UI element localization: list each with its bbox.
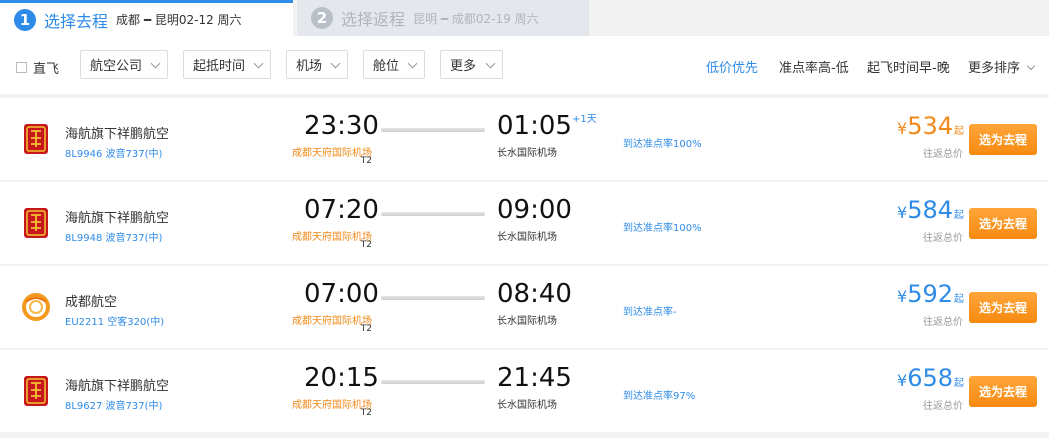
flight-arrow-line bbox=[381, 380, 485, 384]
arrival-airport: 长水国际机场 bbox=[497, 400, 557, 411]
sort-ontime-rate[interactable]: 准点率高-低 bbox=[779, 57, 849, 76]
direct-checkbox[interactable] bbox=[16, 62, 27, 73]
sort-lowest-price[interactable]: 低价优先 bbox=[706, 57, 758, 76]
price: ¥592起 bbox=[880, 280, 964, 308]
departure-time: 07:20 bbox=[304, 195, 379, 225]
flight-number[interactable]: 8L9948 波音737(中) bbox=[65, 229, 162, 244]
price-label: 往返总价 bbox=[923, 149, 963, 160]
dropdown-label: 更多 bbox=[450, 59, 477, 74]
arrival-airport: 长水国际机场 bbox=[497, 316, 557, 327]
ontime-rate: 到达准点率100% bbox=[623, 139, 702, 150]
select-outbound-button[interactable]: 选为去程 bbox=[969, 208, 1037, 239]
step-route: 昆明 ━ 成都02-19 周六 bbox=[413, 11, 539, 26]
sort-more[interactable]: 更多排序 bbox=[968, 57, 1036, 76]
dropdown-label: 航空公司 bbox=[90, 59, 143, 74]
departure-time: 20:15 bbox=[304, 363, 379, 393]
airline-name: 海航旗下祥鹏航空 bbox=[65, 379, 170, 394]
select-outbound-button[interactable]: 选为去程 bbox=[969, 124, 1037, 155]
ontime-rate: 到达准点率- bbox=[623, 307, 677, 318]
price-symbol: ¥ bbox=[897, 203, 908, 222]
price: ¥658起 bbox=[880, 364, 964, 392]
price-value: 584 bbox=[907, 196, 953, 224]
departure-terminal: T2 bbox=[360, 156, 372, 166]
chevron-down-icon bbox=[330, 58, 341, 69]
cabin-filter-dropdown[interactable]: 舱位 bbox=[363, 50, 425, 79]
price: ¥584起 bbox=[880, 196, 964, 224]
sort-departure-time[interactable]: 起飞时间早-晚 bbox=[867, 57, 950, 76]
departure-terminal: T2 bbox=[360, 324, 372, 334]
flight-number[interactable]: 8L9946 波音737(中) bbox=[65, 145, 162, 160]
flight-arrow-line bbox=[381, 212, 485, 216]
price-suffix: 起 bbox=[954, 126, 964, 137]
dropdown-label: 起抵时间 bbox=[193, 59, 246, 74]
arrival-airport: 长水国际机场 bbox=[497, 148, 557, 159]
step-number: 1 bbox=[14, 8, 36, 31]
price: ¥534起 bbox=[880, 112, 964, 140]
direct-label: 直飞 bbox=[33, 62, 60, 77]
step-title: 选择去程 bbox=[44, 11, 109, 31]
flight-row[interactable]: 海航旗下祥鹏航空 8L9948 波音737(中) 07:20 成都天府国际机场 … bbox=[0, 182, 1049, 264]
chevron-down-icon bbox=[1026, 61, 1036, 71]
ontime-rate: 到达准点率97% bbox=[623, 391, 696, 402]
chevron-down-icon bbox=[485, 58, 496, 69]
arrival-time: 09:00 bbox=[497, 195, 572, 225]
price-label: 往返总价 bbox=[923, 233, 963, 244]
airline-name: 成都航空 bbox=[65, 295, 118, 310]
price-symbol: ¥ bbox=[897, 287, 908, 306]
price-suffix: 起 bbox=[954, 210, 964, 221]
direct-flight-filter[interactable]: 直飞 bbox=[16, 58, 59, 77]
arrival-time: 21:45 bbox=[497, 363, 572, 393]
xiangpeng-logo-icon bbox=[24, 124, 48, 154]
departure-terminal: T2 bbox=[360, 408, 372, 418]
dropdown-label: 机场 bbox=[296, 59, 323, 74]
arrival-time: 01:05 bbox=[497, 111, 572, 141]
price-label: 往返总价 bbox=[923, 401, 963, 412]
arrival-airport: 长水国际机场 bbox=[497, 232, 557, 243]
chevron-down-icon bbox=[253, 58, 264, 69]
airline-filter-dropdown[interactable]: 航空公司 bbox=[80, 50, 168, 79]
step-outbound-tab[interactable]: 1 选择去程 成都 ━ 昆明02-12 周六 bbox=[0, 0, 293, 36]
dropdown-label: 舱位 bbox=[373, 59, 400, 74]
chevron-down-icon bbox=[150, 58, 161, 69]
departure-time: 23:30 bbox=[304, 111, 379, 141]
time-filter-dropdown[interactable]: 起抵时间 bbox=[183, 50, 271, 79]
step-route: 成都 ━ 昆明02-12 周六 bbox=[116, 13, 242, 27]
select-outbound-button[interactable]: 选为去程 bbox=[969, 376, 1037, 407]
xiangpeng-logo-icon bbox=[24, 376, 48, 406]
airport-filter-dropdown[interactable]: 机场 bbox=[286, 50, 348, 79]
price-suffix: 起 bbox=[954, 294, 964, 305]
departure-time: 07:00 bbox=[304, 279, 379, 309]
chengdu-airlines-logo-icon bbox=[22, 293, 50, 321]
plus-day-badge: +1天 bbox=[572, 114, 597, 125]
step-title: 选择返程 bbox=[341, 10, 406, 29]
xiangpeng-logo-icon bbox=[24, 208, 48, 238]
sort-more-label: 更多排序 bbox=[968, 61, 1021, 76]
flight-row[interactable]: 海航旗下祥鹏航空 8L9946 波音737(中) 23:30 成都天府国际机场 … bbox=[0, 98, 1049, 180]
airline-name: 海航旗下祥鹏航空 bbox=[65, 127, 170, 142]
price-label: 往返总价 bbox=[923, 317, 963, 328]
airline-name: 海航旗下祥鹏航空 bbox=[65, 211, 170, 226]
arrival-time: 08:40 bbox=[497, 279, 572, 309]
price-value: 592 bbox=[907, 280, 953, 308]
select-outbound-button[interactable]: 选为去程 bbox=[969, 292, 1037, 323]
filter-bar: 直飞 航空公司 起抵时间 机场 舱位 更多 低价优先 准点率高-低 起飞时间早-… bbox=[0, 36, 1049, 94]
ontime-rate: 到达准点率100% bbox=[623, 223, 702, 234]
flight-row[interactable]: 海航旗下祥鹏航空 8L9627 波音737(中) 20:15 成都天府国际机场 … bbox=[0, 350, 1049, 432]
flight-arrow-line bbox=[381, 128, 485, 132]
price-symbol: ¥ bbox=[897, 371, 908, 390]
flight-arrow-line bbox=[381, 296, 485, 300]
price-value: 534 bbox=[907, 112, 953, 140]
flight-number[interactable]: 8L9627 波音737(中) bbox=[65, 397, 162, 412]
chevron-down-icon bbox=[407, 58, 418, 69]
price-symbol: ¥ bbox=[897, 119, 908, 138]
departure-terminal: T2 bbox=[360, 240, 372, 250]
step-tabs: 1 选择去程 成都 ━ 昆明02-12 周六 2 选择返程 昆明 ━ 成都02-… bbox=[0, 0, 1049, 36]
step-number: 2 bbox=[311, 7, 333, 29]
price-value: 658 bbox=[907, 364, 953, 392]
more-filter-dropdown[interactable]: 更多 bbox=[440, 50, 503, 79]
price-suffix: 起 bbox=[954, 378, 964, 389]
step-return-tab[interactable]: 2 选择返程 昆明 ━ 成都02-19 周六 bbox=[297, 0, 589, 36]
flight-number[interactable]: EU2211 空客320(中) bbox=[65, 313, 164, 328]
flight-row[interactable]: 成都航空 EU2211 空客320(中) 07:00 成都天府国际机场 T2 0… bbox=[0, 266, 1049, 348]
